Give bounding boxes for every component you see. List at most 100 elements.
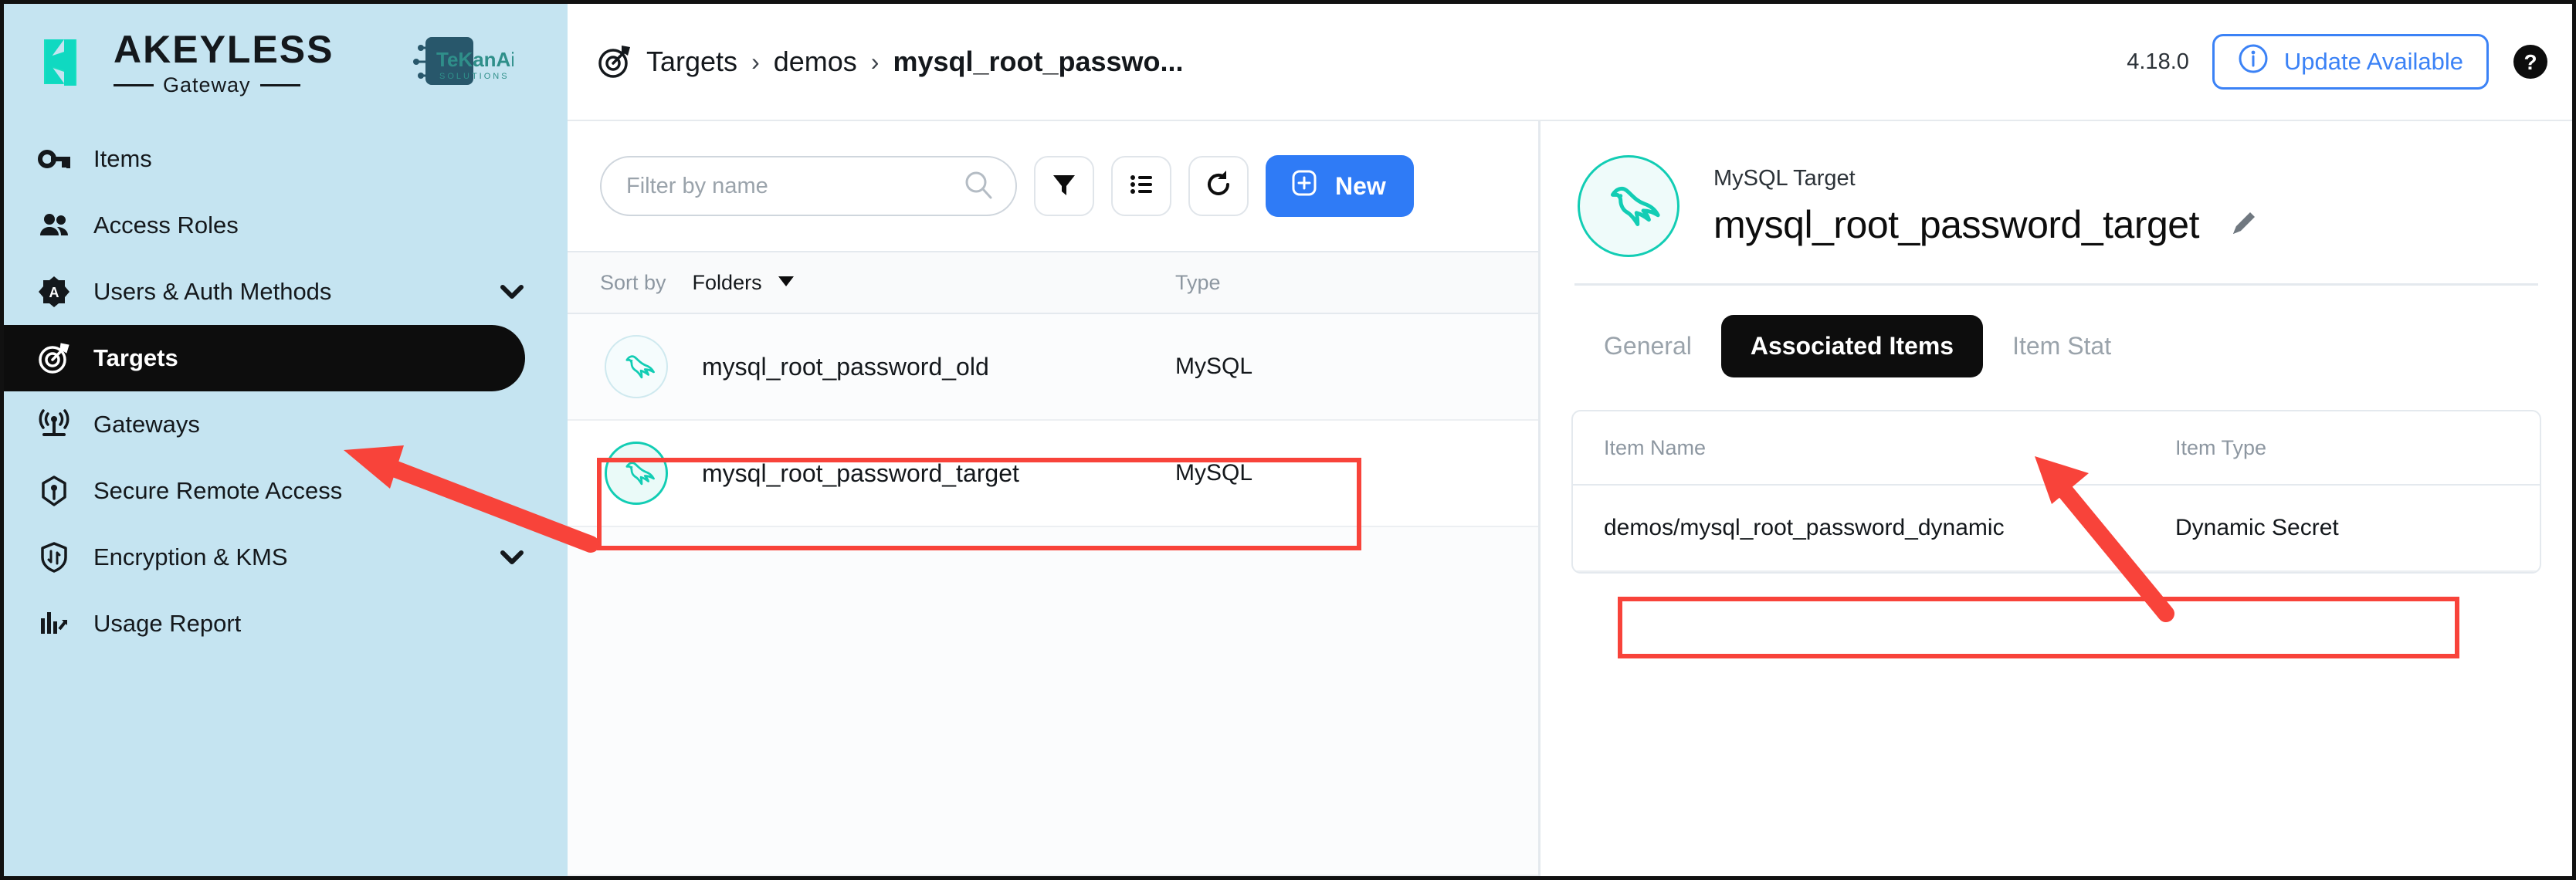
- content-area: Filter by name New Sort by Folders Type …: [568, 121, 2572, 876]
- gateway-app-window: AKEYLESS Gateway TeKanAid SOLUTIONS: [0, 0, 2576, 880]
- info-circle-icon: [2238, 43, 2269, 80]
- sidebar-item-label: Encryption & KMS: [93, 543, 288, 570]
- sidebar-item-targets[interactable]: Targets: [4, 325, 525, 391]
- sidebar-item-label: Gateways: [93, 411, 200, 438]
- sidebar: AKEYLESS Gateway TeKanAid SOLUTIONS: [4, 4, 568, 876]
- column-header-type: Type: [1175, 270, 1221, 294]
- sidebar-nav: Items Access Roles A Users & Auth Method…: [4, 121, 568, 657]
- column-header-item-type: Item Type: [2175, 435, 2267, 459]
- sidebar-item-encryption-kms[interactable]: Encryption & KMS: [4, 524, 568, 591]
- table-row[interactable]: mysql_root_password_old MySQL: [568, 314, 1538, 421]
- search-input[interactable]: Filter by name: [600, 156, 1017, 216]
- target-icon: [38, 342, 70, 374]
- brand-name: AKEYLESS: [114, 27, 334, 71]
- table-header-row: Item Name Item Type: [1573, 411, 2540, 486]
- mysql-dolphin-icon: [605, 442, 668, 505]
- chevron-down-icon[interactable]: [497, 542, 527, 573]
- sort-by-select[interactable]: Folders: [693, 270, 796, 296]
- brand-rule-left: [114, 83, 154, 86]
- list-view-button[interactable]: [1111, 156, 1171, 216]
- sidebar-item-label: Items: [93, 145, 152, 172]
- caret-down-icon: [776, 270, 796, 296]
- mysql-dolphin-icon: [1578, 155, 1679, 257]
- associated-item-name: demos/mysql_root_password_dynamic: [1604, 515, 2005, 540]
- auth-badge-icon: A: [38, 276, 70, 308]
- breadcrumb-item-current: mysql_root_passwo...: [893, 46, 1184, 77]
- update-available-button[interactable]: Update Available: [2212, 34, 2489, 90]
- main-area: Targets › demos › mysql_root_passwo... 4…: [568, 4, 2572, 876]
- akeyless-logo-icon: [38, 33, 97, 92]
- new-button-label: New: [1335, 171, 1386, 200]
- pencil-icon[interactable]: [2227, 208, 2261, 242]
- sort-bar: Sort by Folders Type: [568, 251, 1538, 314]
- detail-title-block: MySQL Target mysql_root_password_target: [1713, 166, 2261, 247]
- table-row[interactable]: mysql_root_password_target MySQL: [568, 421, 1538, 527]
- sidebar-item-label: Usage Report: [93, 610, 242, 637]
- target-detail-panel: MySQL Target mysql_root_password_target …: [1541, 121, 2572, 876]
- targets-rows: mysql_root_password_old MySQL mysql_root…: [568, 314, 1538, 876]
- refresh-icon: [1203, 169, 1234, 204]
- tekanaid-logo-icon: TeKanAid SOLUTIONS: [405, 32, 528, 93]
- sidebar-item-users-auth-methods[interactable]: A Users & Auth Methods: [4, 259, 568, 325]
- sidebar-item-label: Secure Remote Access: [93, 477, 343, 504]
- plus-square-icon: [1289, 168, 1320, 205]
- search-input-placeholder: Filter by name: [626, 173, 768, 198]
- detail-header: MySQL Target mysql_root_password_target: [1541, 121, 2572, 283]
- table-row[interactable]: demos/mysql_root_password_dynamic Dynami…: [1573, 486, 2540, 572]
- sort-by-label: Sort by: [600, 270, 666, 294]
- detail-kicker: MySQL Target: [1713, 165, 1856, 191]
- people-icon: [38, 209, 70, 242]
- list-empty-space: [568, 527, 1538, 876]
- detail-tabs: General Associated Items Item Stat: [1541, 286, 2572, 404]
- brand-rule-right: [259, 83, 300, 86]
- sidebar-item-items[interactable]: Items: [4, 126, 568, 192]
- associated-items-table: Item Name Item Type demos/mysql_root_pas…: [1571, 410, 2541, 574]
- sort-by-value: Folders: [692, 270, 762, 294]
- sidebar-item-gateways[interactable]: Gateways: [4, 391, 568, 458]
- breadcrumb-item-demos[interactable]: demos: [774, 46, 857, 78]
- breadcrumb-separator: ›: [751, 47, 760, 76]
- list-toolbar: Filter by name New: [568, 121, 1538, 251]
- sidebar-item-usage-report[interactable]: Usage Report: [4, 591, 568, 657]
- version-label: 4.18.0: [2127, 49, 2189, 74]
- help-circle-icon[interactable]: ?: [2512, 43, 2549, 80]
- filter-button[interactable]: [1034, 156, 1094, 216]
- new-button[interactable]: New: [1266, 155, 1414, 217]
- tab-general[interactable]: General: [1574, 315, 1721, 377]
- page-title: mysql_root_password_target: [1713, 202, 2200, 246]
- target-name: mysql_root_password_target: [702, 459, 1019, 487]
- brand-subtitle-row: Gateway: [114, 73, 334, 96]
- bar-chart-icon: [38, 608, 70, 640]
- column-header-item-name: Item Name: [1604, 435, 1707, 459]
- tab-item-stat[interactable]: Item Stat: [1983, 315, 2140, 377]
- breadcrumb-item-targets[interactable]: Targets: [646, 46, 737, 78]
- brand-header: AKEYLESS Gateway TeKanAid SOLUTIONS: [4, 4, 568, 121]
- detail-title-row: mysql_root_password_target: [1713, 202, 2261, 247]
- breadcrumb-separator: ›: [870, 47, 880, 76]
- hexagon-pin-icon: [38, 475, 70, 507]
- associated-item-type: Dynamic Secret: [2175, 515, 2339, 540]
- brand-text: AKEYLESS Gateway: [114, 30, 334, 96]
- target-name: mysql_root_password_old: [702, 352, 989, 381]
- target-type: MySQL: [1175, 460, 1253, 486]
- target-type: MySQL: [1175, 354, 1253, 379]
- update-available-label: Update Available: [2283, 48, 2463, 75]
- brand-subtitle: Gateway: [163, 73, 251, 96]
- svg-text:SOLUTIONS: SOLUTIONS: [439, 72, 510, 81]
- sidebar-item-label: Users & Auth Methods: [93, 278, 332, 305]
- sidebar-item-secure-remote-access[interactable]: Secure Remote Access: [4, 458, 568, 524]
- sidebar-item-label: Targets: [93, 344, 178, 371]
- targets-list-panel: Filter by name New Sort by Folders Type …: [568, 121, 1541, 876]
- refresh-button[interactable]: [1188, 156, 1249, 216]
- topbar: Targets › demos › mysql_root_passwo... 4…: [568, 4, 2572, 121]
- search-icon: [963, 169, 994, 204]
- sidebar-item-access-roles[interactable]: Access Roles: [4, 192, 568, 259]
- antenna-icon: [38, 408, 70, 441]
- chevron-down-icon[interactable]: [497, 276, 527, 307]
- svg-text:TeKanAid: TeKanAid: [436, 48, 514, 71]
- svg-text:?: ?: [2523, 50, 2537, 74]
- tab-associated-items[interactable]: Associated Items: [1720, 315, 1984, 377]
- key-icon: [38, 143, 70, 175]
- sidebar-item-label: Access Roles: [93, 212, 239, 239]
- svg-text:A: A: [49, 285, 59, 300]
